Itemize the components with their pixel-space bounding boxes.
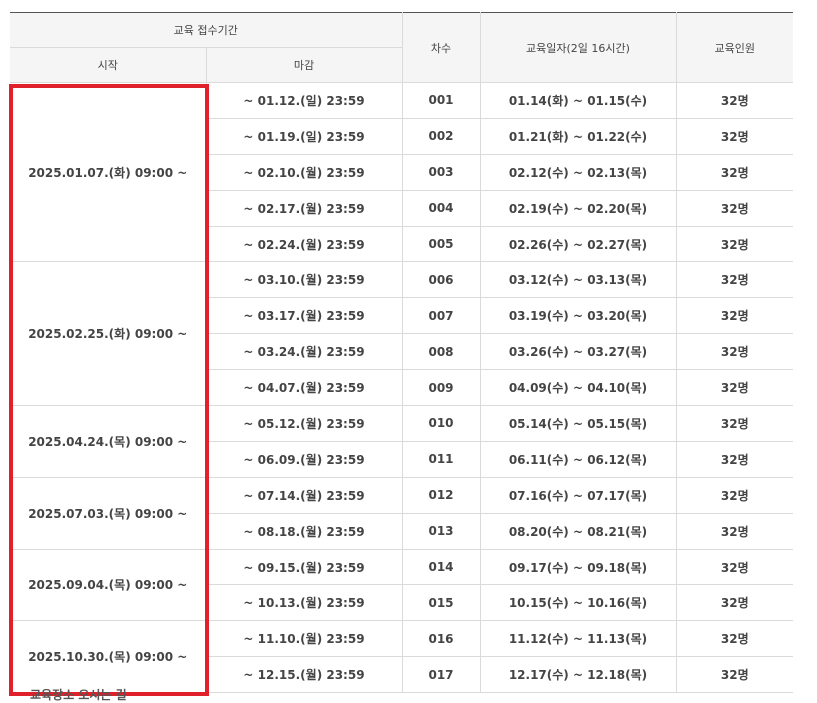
round-cell: 005 [401,225,481,263]
capacity-cell: 32명 [675,225,793,263]
capacity-cell: 32명 [675,548,793,586]
deadline-cell: ~ 03.10.(월) 23:59 [205,261,403,299]
deadline-cell: ~ 03.17.(월) 23:59 [206,297,403,335]
training-dates-cell: 01.14(화) ~ 01.15(수) [479,82,677,119]
capacity-cell: 32명 [675,476,793,514]
round-cell: 012 [401,476,481,514]
capacity-cell: 32명 [675,189,793,227]
table-row: 2025.01.07.(화) 09:00 ~ ~ 01.12.(일) 23:59 0… [10,81,793,263]
deadline-cell: ~ 01.19.(일) 23:59 [206,117,403,155]
schedule-table: 교육 접수기간 차수 교육일자(2일 16시간) 교육인원 시작 마감 2025… [10,12,793,694]
deadline-cell: ~ 11.10.(월) 23:59 [205,620,403,658]
training-dates-cell: 05.14(수) ~ 05.15(목) [479,405,677,442]
training-dates-cell: 08.20(수) ~ 08.21(목) [479,512,677,550]
table-row: 2025.04.24.(목) 09:00 ~ ~ 05.12.(월) 23:59 0… [10,405,793,478]
start-cell: 2025.01.07.(화) 09:00 ~ [10,81,207,263]
round-cell: 006 [401,261,481,299]
round-cell: 003 [401,153,481,191]
round-cell: 013 [401,512,481,550]
training-dates-cell: 01.21(화) ~ 01.22(수) [479,117,677,155]
training-dates-cell: 12.17(수) ~ 12.18(목) [479,656,677,694]
table-row: 2025.07.03.(목) 09:00 ~ ~ 07.14.(월) 23:59 0… [10,476,793,550]
header-capacity: 교육인원 [675,12,793,83]
capacity-cell: 32명 [675,584,793,622]
training-dates-cell: 03.19(수) ~ 03.20(목) [479,297,677,335]
training-dates-cell: 03.12(수) ~ 03.13(목) [479,261,677,299]
round-cell: 008 [401,333,481,371]
round-cell: 004 [401,189,481,227]
training-dates-cell: 07.16(수) ~ 07.17(목) [479,476,677,514]
capacity-cell: 32명 [675,440,793,478]
round-cell: 017 [401,656,481,694]
deadline-cell: ~ 05.12.(월) 23:59 [205,405,403,442]
training-dates-cell: 03.26(수) ~ 03.27(목) [479,333,677,371]
round-cell: 010 [401,405,481,442]
deadline-cell: ~ 02.17.(월) 23:59 [206,189,403,227]
capacity-cell: 32명 [675,512,793,550]
training-dates-cell: 11.12(수) ~ 11.13(목) [479,620,677,658]
header-training-dates: 교육일자(2일 16시간) [479,12,677,83]
capacity-cell: 32명 [675,620,793,658]
round-cell: 007 [401,297,481,335]
round-cell: 009 [401,369,481,407]
deadline-cell: ~ 09.15.(월) 23:59 [205,548,403,586]
header-round: 차수 [401,12,481,83]
round-cell: 015 [401,584,481,622]
deadline-cell: ~ 08.18.(월) 23:59 [206,512,403,550]
deadline-cell: ~ 07.14.(월) 23:59 [205,476,403,514]
table-row: 2025.02.25.(화) 09:00 ~ ~ 03.10.(월) 23:59 0… [10,261,793,407]
training-dates-cell: 10.15(수) ~ 10.16(목) [479,584,677,622]
section-heading-cutoff: 교육장소 오시는 길 [30,688,127,702]
capacity-cell: 32명 [675,297,793,335]
table-row: 2025.10.30.(목) 09:00 ~ ~ 11.10.(월) 23:59 0… [10,620,793,694]
schedule-body: 2025.01.07.(화) 09:00 ~ ~ 01.12.(일) 23:59 0… [10,81,793,694]
capacity-cell: 32명 [675,369,793,407]
deadline-cell: ~ 12.15.(월) 23:59 [206,656,403,694]
capacity-cell: 32명 [675,656,793,694]
deadline-cell: ~ 06.09.(월) 23:59 [206,440,403,478]
deadline-cell: ~ 04.07.(월) 23:59 [206,369,403,407]
deadline-cell: ~ 01.12.(일) 23:59 [205,82,403,119]
header-deadline: 마감 [205,47,402,83]
training-dates-cell: 02.12(수) ~ 02.13(목) [479,153,677,191]
start-cell: 2025.04.24.(목) 09:00 ~ [10,405,207,478]
capacity-cell: 32명 [675,333,793,371]
start-cell: 2025.10.30.(목) 09:00 ~ [10,620,207,694]
training-dates-cell: 02.26(수) ~ 02.27(목) [479,225,677,263]
table-row: 2025.09.04.(목) 09:00 ~ ~ 09.15.(월) 23:59 0… [10,548,793,622]
deadline-cell: ~ 03.24.(월) 23:59 [206,333,403,371]
header-start: 시작 [10,47,207,83]
deadline-cell: ~ 10.13.(월) 23:59 [206,584,403,622]
header-reception-period: 교육 접수기간 [10,12,403,48]
training-dates-cell: 04.09(수) ~ 04.10(목) [479,369,677,407]
round-cell: 014 [401,548,481,586]
round-cell: 011 [401,440,481,478]
capacity-cell: 32명 [675,405,793,442]
training-dates-cell: 06.11(수) ~ 06.12(목) [479,440,677,478]
capacity-cell: 32명 [675,153,793,191]
capacity-cell: 32명 [675,261,793,299]
capacity-cell: 32명 [675,117,793,155]
round-cell: 002 [401,117,481,155]
deadline-cell: ~ 02.10.(월) 23:59 [206,153,403,191]
round-cell: 016 [401,620,481,658]
start-cell: 2025.07.03.(목) 09:00 ~ [10,476,207,550]
deadline-cell: ~ 02.24.(월) 23:59 [206,225,403,263]
training-dates-cell: 02.19(수) ~ 02.20(목) [479,189,677,227]
training-dates-cell: 09.17(수) ~ 09.18(목) [479,548,677,586]
start-cell: 2025.09.04.(목) 09:00 ~ [10,548,207,622]
round-cell: 001 [401,82,481,119]
capacity-cell: 32명 [675,82,793,119]
start-cell: 2025.02.25.(화) 09:00 ~ [10,261,207,407]
